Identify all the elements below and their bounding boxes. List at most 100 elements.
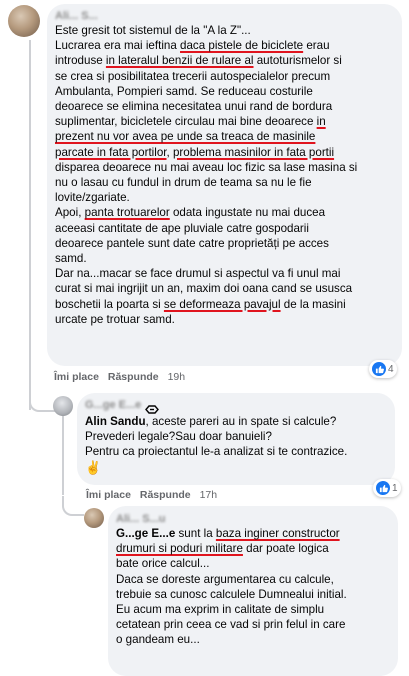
underlined-text: se deformeaza pavajul xyxy=(163,297,281,311)
comment-text-line: Lucrarea era mai ieftina daca pistele de… xyxy=(55,38,394,53)
thread-line-reply xyxy=(62,415,64,495)
timestamp[interactable]: 19h xyxy=(168,371,186,383)
reaction-count: 1 xyxy=(392,482,398,494)
underlined-text: in xyxy=(316,115,326,129)
text-segment: boschetii la poarta si xyxy=(55,297,164,311)
underlined-text: baza inginer constructor xyxy=(215,527,340,540)
mentioned-user-link[interactable]: Alin Sandu xyxy=(85,415,146,428)
comment-text-line: Pentru ca proiectantul le-a analizat si … xyxy=(85,444,387,459)
comment-text-line: samd. xyxy=(55,251,394,266)
underlined-text: prezent nu vor avea pe unde sa treaca de… xyxy=(55,130,316,144)
avatar[interactable] xyxy=(53,396,73,416)
mentioned-user-link[interactable]: G...ge E...e xyxy=(116,527,175,540)
text-segment: disparea deoarece nu mai aveau loc fizic… xyxy=(55,160,358,174)
comment-bubble-3: Ali... S...u G...ge E...e sunt la baza i… xyxy=(108,506,398,676)
avatar[interactable] xyxy=(8,5,40,37)
comment-text-line: Alin Sandu, aceste pareri au in spate si… xyxy=(85,414,387,429)
thread-connector-reply-1 xyxy=(29,390,55,412)
comment-author[interactable]: Ali... S...u xyxy=(116,512,390,526)
reply-button[interactable]: Răspunde xyxy=(108,371,159,383)
text-segment: suplimentar, bicicletele circulau mai bi… xyxy=(55,115,317,129)
reaction-count: 4 xyxy=(388,363,394,375)
like-icon xyxy=(372,362,386,376)
comment-text: Este gresit tot sistemul de la "A la Z".… xyxy=(55,23,394,327)
reaction-summary[interactable]: 1 xyxy=(373,479,401,497)
reaction-summary[interactable]: 4 xyxy=(369,360,397,378)
text-segment: dar poate logica xyxy=(242,542,329,556)
text-segment: de la masini xyxy=(280,297,346,311)
text-segment: trebuie sa cunosc calculele Dumnealui in… xyxy=(116,587,347,601)
comment-text-line: Eu acum ma exprim in calitate de simplu xyxy=(116,602,390,617)
comment-text-line: trebuie sa cunosc calculele Dumnealui in… xyxy=(116,587,390,602)
reply-button[interactable]: Răspunde xyxy=(140,489,191,501)
underlined-text: parcate in fata portilor xyxy=(55,145,167,159)
comment-text-line: drumuri si poduri militare dar poate log… xyxy=(116,541,390,556)
text-segment: o gandeam eu... xyxy=(116,633,200,647)
text-segment: , aceste pareri au in spate si calcule? xyxy=(145,415,337,428)
comment-text-line: Prevederi legale?Sau doar banuieli? xyxy=(85,429,387,444)
thread-connector-reply-2 xyxy=(62,496,84,516)
text-segment: Este gresit tot sistemul de la "A la Z".… xyxy=(55,24,251,37)
top-fan-badge-icon xyxy=(145,401,160,414)
text-segment: Ambulanta, Pompieri samd. Se reduceau co… xyxy=(55,84,313,98)
comment-text-line: disparea deoarece nu mai aveau loc fizic… xyxy=(55,160,394,175)
comment-text-line: boschetii la poarta si se deformeaza pav… xyxy=(55,297,394,312)
comment-actions-1: Îmi place Răspunde 19h xyxy=(54,371,191,383)
comment-text-line: Apoi, panta trotuarelor odata ingustate … xyxy=(55,205,394,220)
comment-author[interactable]: Ali... S... xyxy=(55,9,394,23)
comment-text: G...ge E...e sunt la baza inginer constr… xyxy=(116,526,390,648)
comment-text-line: suplimentar, bicicletele circulau mai bi… xyxy=(55,114,394,129)
underlined-text: drumuri si poduri militare xyxy=(116,542,243,556)
text-segment: introduse xyxy=(55,54,106,68)
underlined-text: panta trotuarelor xyxy=(84,206,170,220)
comment-text-line: Este gresit tot sistemul de la "A la Z".… xyxy=(55,23,394,38)
text-segment: Dar na...macar se face drumul si aspectu… xyxy=(55,267,341,281)
text-segment: deoarece se elimina necesitatea unui ran… xyxy=(55,100,333,114)
text-segment: autoturismelor si xyxy=(253,54,342,68)
text-segment: Daca se doreste argumentarea cu calcule, xyxy=(116,572,334,586)
text-segment: nu o lasau cu fundul in drum de teama sa… xyxy=(55,176,312,190)
text-segment: Apoi, xyxy=(55,206,85,220)
text-segment: curat si mai ingrijit un an, maxim doi o… xyxy=(55,282,353,296)
comment-text-line: introduse in lateralul benzii de rulare … xyxy=(55,53,394,68)
text-segment: Lucrarea era mai ieftina xyxy=(55,39,181,53)
comment-text-line: bate orice calcul... xyxy=(116,556,390,571)
comment-text-line: Daca se doreste argumentarea cu calcule, xyxy=(116,572,390,587)
comment-text-line: Ambulanta, Pompieri samd. Se reduceau co… xyxy=(55,84,394,99)
underlined-text: problema masinilor in fata portii xyxy=(172,145,335,159)
underlined-text: daca pistele de biciclete xyxy=(180,39,304,53)
comment-text-line: parcate in fata portilor, problema masin… xyxy=(55,145,394,160)
text-segment: erau xyxy=(303,39,330,53)
comment-text-line: curat si mai ingrijit un an, maxim doi o… xyxy=(55,281,394,296)
like-button[interactable]: Îmi place xyxy=(54,371,99,383)
text-segment: Pentru ca proiectantul le-a analizat si … xyxy=(85,445,348,459)
thread-line-main xyxy=(29,40,31,410)
comment-text-line: aceeasi cantitate de ape pluviale catre … xyxy=(55,221,394,236)
text-segment: deoarece pantele sunt date catre proprie… xyxy=(55,236,329,250)
comment-text-line: nu o lasau cu fundul in drum de teama sa… xyxy=(55,175,394,190)
text-segment: se crea si posibilitatea trecerii autosp… xyxy=(55,69,331,83)
text-segment: odata ingustate nu mai ducea xyxy=(169,206,326,220)
comment-text-line: deoarece pantele sunt date catre proprie… xyxy=(55,236,394,251)
comment-bubble-2: G...ge E...e Alin Sandu, aceste pareri a… xyxy=(77,393,395,485)
victory-hand-emoji: ✌ xyxy=(85,459,102,475)
comment-text-line: lovite/zgariate. xyxy=(55,190,394,205)
comment-text-line: se crea si posibilitatea trecerii autosp… xyxy=(55,69,394,84)
text-segment: Eu acum ma exprim in calitate de simplu xyxy=(116,603,325,617)
underlined-text: in lateralul benzii de rulare al xyxy=(105,54,254,68)
comment-bubble-1: Ali... S... Este gresit tot sistemul de … xyxy=(47,4,402,366)
text-segment: sunt la xyxy=(175,527,216,540)
text-segment: cetatean prin ceea ce vad si prin felul … xyxy=(116,618,346,632)
comment-text-line: deoarece se elimina necesitatea unui ran… xyxy=(55,99,394,114)
like-icon xyxy=(376,481,390,495)
comment-text-line: prezent nu vor avea pe unde sa treaca de… xyxy=(55,129,394,144)
comment-text-line: cetatean prin ceea ce vad si prin felul … xyxy=(116,617,390,632)
like-button[interactable]: Îmi place xyxy=(86,489,131,501)
comment-text-line: o gandeam eu... xyxy=(116,632,390,647)
text-segment: samd. xyxy=(55,252,87,266)
comment-author[interactable]: G...ge E...e xyxy=(85,398,141,412)
text-segment: bate orice calcul... xyxy=(116,557,210,571)
timestamp[interactable]: 17h xyxy=(200,489,218,501)
comment-actions-2: Îmi place Răspunde 17h xyxy=(86,489,223,501)
avatar[interactable] xyxy=(84,508,104,528)
